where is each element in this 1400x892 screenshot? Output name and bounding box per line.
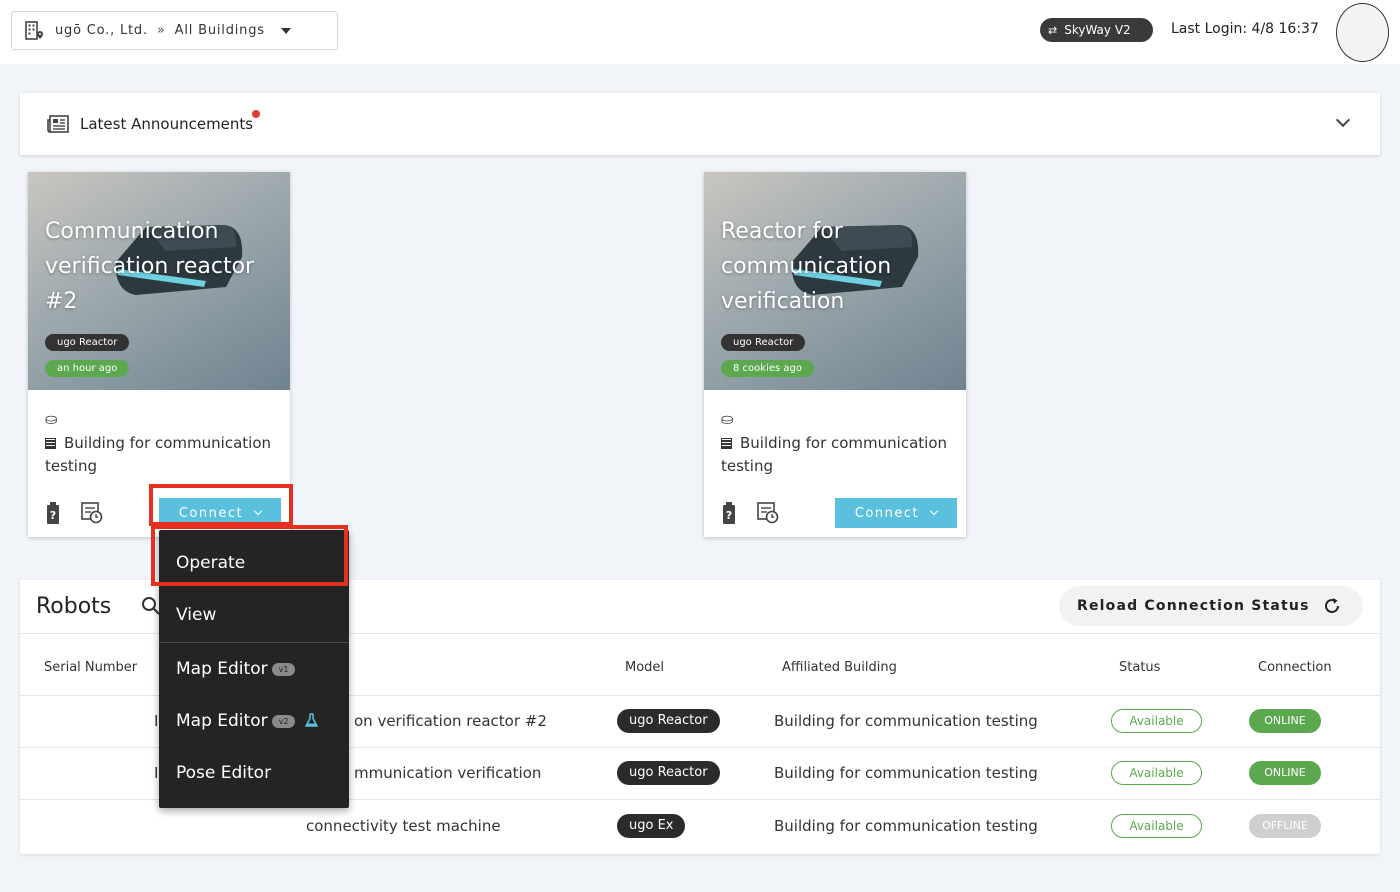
column-header[interactable]: Affiliated Building xyxy=(782,660,897,675)
swap-arrows-icon: ⇄ xyxy=(1048,23,1058,37)
building-cell: Building for communication testing xyxy=(774,817,1038,835)
robot-card-image: Communication verification reactor #2 ug… xyxy=(28,172,290,390)
status-badge: Available xyxy=(1111,761,1202,785)
announcements-title: Latest Announcements xyxy=(80,110,261,133)
building-icon xyxy=(45,438,56,449)
robot-name-cell: on verification reactor #2 xyxy=(354,712,547,730)
last-seen-badge: 8 cookies ago xyxy=(721,360,814,377)
connect-button-highlight xyxy=(149,484,293,526)
robot-name-cell: mmunication verification xyxy=(354,764,542,782)
connect-button[interactable]: Connect xyxy=(835,498,957,528)
history-log-icon[interactable] xyxy=(80,502,104,524)
robot-card-image: Reactor for communication verification u… xyxy=(704,172,966,390)
column-header[interactable]: Serial Number xyxy=(44,660,137,675)
battery-unknown-icon[interactable]: ? xyxy=(46,502,60,524)
status-badge: Available xyxy=(1111,709,1202,733)
robot-card-title: Communication verification reactor #2 xyxy=(45,219,255,314)
chevron-down-icon[interactable] xyxy=(1335,112,1351,128)
history-log-icon[interactable] xyxy=(756,502,780,524)
menu-item-view[interactable]: View xyxy=(159,590,349,640)
flask-icon xyxy=(305,713,319,727)
svg-text:?: ? xyxy=(726,509,732,522)
version-badge: v2 xyxy=(271,715,296,728)
building-location-icon xyxy=(25,20,43,40)
robot-card[interactable]: Communication verification reactor #2 ug… xyxy=(28,172,290,537)
model-badge: ugo Reactor xyxy=(617,709,720,733)
newspaper-icon xyxy=(47,115,69,133)
battery-unknown-icon[interactable]: ? xyxy=(722,502,736,524)
model-badge: ugo Reactor xyxy=(721,334,806,351)
model-badge: ugo Ex xyxy=(617,814,686,838)
model-badge: ugo Reactor xyxy=(45,334,130,351)
skyway-badge[interactable]: ⇄ SkyWay V2 xyxy=(1040,18,1153,42)
connection-badge: ONLINE xyxy=(1249,761,1321,785)
robot-icon: ⛀ xyxy=(45,410,58,428)
refresh-icon xyxy=(1324,598,1339,613)
robot-card-info: ⛀ Building for communication testing xyxy=(721,408,966,478)
robot-card-building: Building for communication testing xyxy=(721,434,948,475)
unread-dot xyxy=(252,110,261,118)
caret-down-icon xyxy=(280,27,291,34)
announcements-panel[interactable]: Latest Announcements xyxy=(20,93,1380,155)
menu-item-label: View xyxy=(176,605,217,625)
connect-label: Connect xyxy=(854,505,920,521)
column-header[interactable]: Status xyxy=(1119,660,1160,675)
robots-title: Robots xyxy=(36,594,112,619)
building-selector[interactable]: ugō Co., Ltd. » All Buildings xyxy=(11,11,338,50)
column-header[interactable]: Model xyxy=(625,660,664,675)
last-login-text: Last Login: 4/8 16:37 xyxy=(1171,21,1319,37)
robot-icon: ⛀ xyxy=(721,410,734,428)
menu-item-map-editor-v2[interactable]: Map Editor v2 xyxy=(159,696,349,746)
column-header[interactable]: Connection xyxy=(1258,660,1332,675)
robot-card-title: Reactor for communication verification xyxy=(721,219,892,314)
connection-badge: OFFLINE xyxy=(1249,814,1321,838)
last-seen-badge: an hour ago xyxy=(45,360,130,377)
model-badge: ugo Reactor xyxy=(617,761,720,785)
connection-badge: ONLINE xyxy=(1249,709,1321,733)
chevron-down-icon xyxy=(929,506,939,516)
menu-divider xyxy=(159,642,349,643)
robot-name-cell: connectivity test machine xyxy=(306,817,501,835)
menu-item-label: Map Editor xyxy=(176,711,268,731)
robot-card-building: Building for communication testing xyxy=(45,434,272,475)
buildings-filter-label: All Buildings xyxy=(174,23,265,38)
serial-cell: I xyxy=(154,764,159,782)
operate-item-highlight xyxy=(151,525,348,586)
announcements-title-text: Latest Announcements xyxy=(80,115,254,133)
svg-text:?: ? xyxy=(50,509,56,522)
building-cell: Building for communication testing xyxy=(774,764,1038,782)
user-avatar[interactable] xyxy=(1336,3,1389,62)
robot-card-info: ⛀ Building for communication testing xyxy=(45,408,290,478)
reload-connection-button[interactable]: Reload Connection Status xyxy=(1059,586,1363,626)
org-name: ugō Co., Ltd. xyxy=(55,23,148,38)
building-cell: Building for communication testing xyxy=(774,712,1038,730)
skyway-label: SkyWay V2 xyxy=(1064,23,1131,37)
app-header: ugō Co., Ltd. » All Buildings ⇄ SkyWay V… xyxy=(0,0,1400,64)
menu-item-pose-editor[interactable]: Pose Editor xyxy=(159,748,349,798)
breadcrumb-separator: » xyxy=(156,23,166,38)
search-icon[interactable] xyxy=(141,596,161,616)
serial-cell: I xyxy=(154,712,159,730)
menu-item-label: Pose Editor xyxy=(176,763,272,783)
status-badge: Available xyxy=(1111,814,1202,838)
reload-label: Reload Connection Status xyxy=(1077,598,1310,614)
version-badge: v1 xyxy=(271,663,296,676)
robot-card[interactable]: Reactor for communication verification u… xyxy=(704,172,966,537)
table-row[interactable]: connectivity test machine ugo Ex Buildin… xyxy=(20,801,1380,853)
menu-item-label: Map Editor xyxy=(176,659,268,679)
building-icon xyxy=(721,438,732,449)
menu-item-map-editor-v1[interactable]: Map Editor v1 xyxy=(159,644,349,694)
